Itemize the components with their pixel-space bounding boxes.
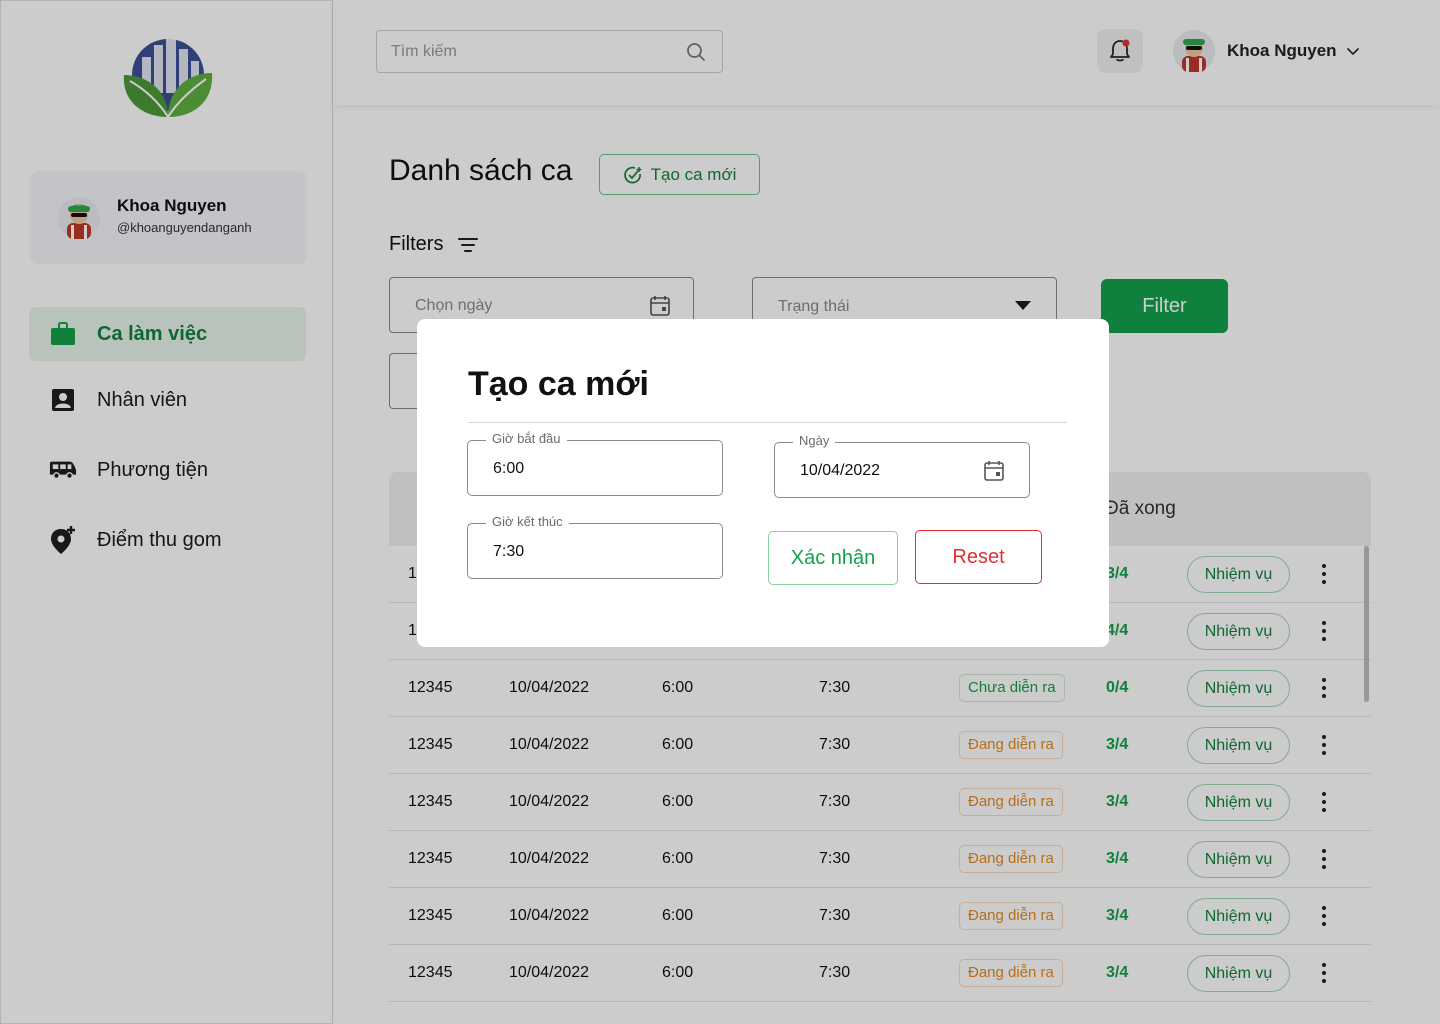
date-value: 10/04/2022: [800, 462, 881, 479]
end-time-field[interactable]: Giờ kết thúc 7:30: [467, 514, 723, 579]
calendar-icon[interactable]: [983, 460, 1005, 482]
reset-button[interactable]: Reset: [915, 530, 1042, 584]
start-time-value: 6:00: [493, 460, 525, 477]
start-time-label: Giờ bắt đầu: [486, 431, 567, 446]
end-time-value: 7:30: [493, 543, 525, 560]
end-time-label: Giờ kết thúc: [486, 514, 569, 529]
date-field[interactable]: Ngày 10/04/2022: [774, 433, 1030, 498]
start-time-field[interactable]: Giờ bắt đầu 6:00: [467, 431, 723, 496]
modal-title: Tạo ca mới: [468, 365, 650, 403]
date-label: Ngày: [793, 433, 836, 448]
create-shift-modal: Tạo ca mới Giờ bắt đầu 6:00 Giờ kết thúc…: [417, 319, 1109, 647]
modal-divider: [468, 422, 1067, 423]
confirm-button[interactable]: Xác nhận: [768, 531, 898, 585]
